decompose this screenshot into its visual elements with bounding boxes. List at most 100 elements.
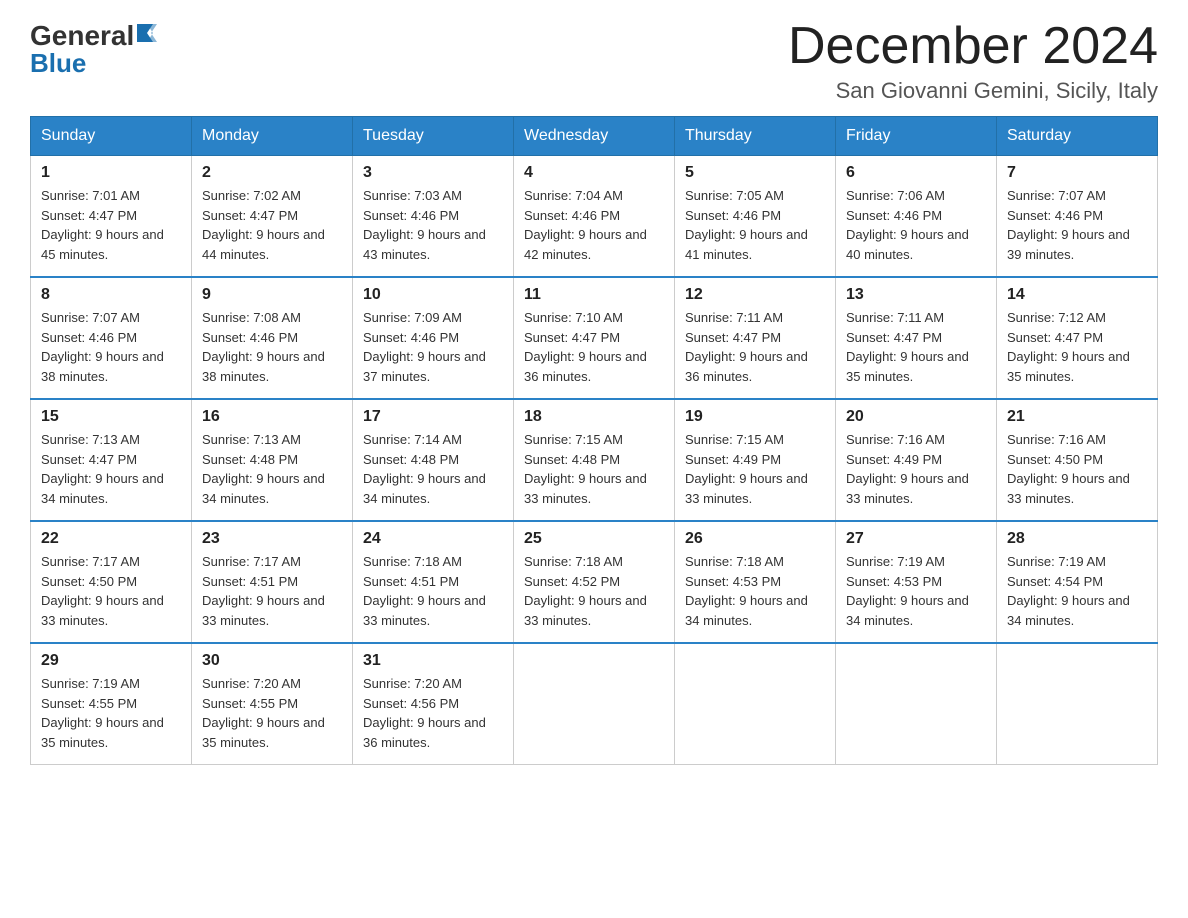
day-number: 10 — [363, 286, 503, 304]
day-number: 29 — [41, 652, 181, 670]
calendar-cell: 30 Sunrise: 7:20 AMSunset: 4:55 PMDaylig… — [192, 643, 353, 765]
day-info: Sunrise: 7:09 AMSunset: 4:46 PMDaylight:… — [363, 308, 503, 386]
day-info: Sunrise: 7:03 AMSunset: 4:46 PMDaylight:… — [363, 186, 503, 264]
day-info: Sunrise: 7:10 AMSunset: 4:47 PMDaylight:… — [524, 308, 664, 386]
day-number: 5 — [685, 164, 825, 182]
day-info: Sunrise: 7:18 AMSunset: 4:51 PMDaylight:… — [363, 552, 503, 630]
day-number: 8 — [41, 286, 181, 304]
calendar-cell: 4 Sunrise: 7:04 AMSunset: 4:46 PMDayligh… — [514, 156, 675, 278]
day-info: Sunrise: 7:06 AMSunset: 4:46 PMDaylight:… — [846, 186, 986, 264]
calendar-cell: 18 Sunrise: 7:15 AMSunset: 4:48 PMDaylig… — [514, 399, 675, 521]
weekday-header-friday: Friday — [836, 117, 997, 156]
calendar-cell: 12 Sunrise: 7:11 AMSunset: 4:47 PMDaylig… — [675, 277, 836, 399]
day-number: 13 — [846, 286, 986, 304]
calendar-cell: 15 Sunrise: 7:13 AMSunset: 4:47 PMDaylig… — [31, 399, 192, 521]
day-info: Sunrise: 7:13 AMSunset: 4:48 PMDaylight:… — [202, 430, 342, 508]
logo-text-blue: Blue — [30, 48, 157, 79]
day-number: 30 — [202, 652, 342, 670]
day-number: 25 — [524, 530, 664, 548]
calendar-cell: 23 Sunrise: 7:17 AMSunset: 4:51 PMDaylig… — [192, 521, 353, 643]
weekday-header-monday: Monday — [192, 117, 353, 156]
calendar-cell: 11 Sunrise: 7:10 AMSunset: 4:47 PMDaylig… — [514, 277, 675, 399]
calendar-cell — [836, 643, 997, 765]
day-info: Sunrise: 7:15 AMSunset: 4:49 PMDaylight:… — [685, 430, 825, 508]
calendar-week-2: 8 Sunrise: 7:07 AMSunset: 4:46 PMDayligh… — [31, 277, 1158, 399]
day-number: 9 — [202, 286, 342, 304]
day-number: 27 — [846, 530, 986, 548]
calendar-cell: 5 Sunrise: 7:05 AMSunset: 4:46 PMDayligh… — [675, 156, 836, 278]
day-info: Sunrise: 7:18 AMSunset: 4:53 PMDaylight:… — [685, 552, 825, 630]
day-info: Sunrise: 7:19 AMSunset: 4:55 PMDaylight:… — [41, 674, 181, 752]
day-number: 26 — [685, 530, 825, 548]
calendar-cell: 8 Sunrise: 7:07 AMSunset: 4:46 PMDayligh… — [31, 277, 192, 399]
day-info: Sunrise: 7:17 AMSunset: 4:51 PMDaylight:… — [202, 552, 342, 630]
calendar-cell: 26 Sunrise: 7:18 AMSunset: 4:53 PMDaylig… — [675, 521, 836, 643]
day-number: 12 — [685, 286, 825, 304]
day-number: 21 — [1007, 408, 1147, 426]
day-info: Sunrise: 7:16 AMSunset: 4:50 PMDaylight:… — [1007, 430, 1147, 508]
day-number: 19 — [685, 408, 825, 426]
day-number: 14 — [1007, 286, 1147, 304]
day-info: Sunrise: 7:20 AMSunset: 4:55 PMDaylight:… — [202, 674, 342, 752]
calendar-table: SundayMondayTuesdayWednesdayThursdayFrid… — [30, 116, 1158, 765]
calendar-cell: 13 Sunrise: 7:11 AMSunset: 4:47 PMDaylig… — [836, 277, 997, 399]
weekday-header-sunday: Sunday — [31, 117, 192, 156]
calendar-week-1: 1 Sunrise: 7:01 AMSunset: 4:47 PMDayligh… — [31, 156, 1158, 278]
weekday-header-thursday: Thursday — [675, 117, 836, 156]
calendar-cell: 20 Sunrise: 7:16 AMSunset: 4:49 PMDaylig… — [836, 399, 997, 521]
calendar-cell — [997, 643, 1158, 765]
weekday-header-wednesday: Wednesday — [514, 117, 675, 156]
day-number: 1 — [41, 164, 181, 182]
day-info: Sunrise: 7:19 AMSunset: 4:54 PMDaylight:… — [1007, 552, 1147, 630]
calendar-cell: 6 Sunrise: 7:06 AMSunset: 4:46 PMDayligh… — [836, 156, 997, 278]
calendar-cell: 16 Sunrise: 7:13 AMSunset: 4:48 PMDaylig… — [192, 399, 353, 521]
day-number: 16 — [202, 408, 342, 426]
calendar-week-3: 15 Sunrise: 7:13 AMSunset: 4:47 PMDaylig… — [31, 399, 1158, 521]
day-info: Sunrise: 7:11 AMSunset: 4:47 PMDaylight:… — [846, 308, 986, 386]
day-info: Sunrise: 7:16 AMSunset: 4:49 PMDaylight:… — [846, 430, 986, 508]
weekday-header-tuesday: Tuesday — [353, 117, 514, 156]
day-number: 11 — [524, 286, 664, 304]
day-info: Sunrise: 7:19 AMSunset: 4:53 PMDaylight:… — [846, 552, 986, 630]
month-title: December 2024 — [788, 20, 1158, 72]
calendar-cell — [514, 643, 675, 765]
day-info: Sunrise: 7:12 AMSunset: 4:47 PMDaylight:… — [1007, 308, 1147, 386]
logo: General Blue — [30, 20, 157, 79]
location-title: San Giovanni Gemini, Sicily, Italy — [788, 78, 1158, 104]
day-number: 15 — [41, 408, 181, 426]
calendar-cell: 7 Sunrise: 7:07 AMSunset: 4:46 PMDayligh… — [997, 156, 1158, 278]
day-info: Sunrise: 7:20 AMSunset: 4:56 PMDaylight:… — [363, 674, 503, 752]
calendar-cell: 27 Sunrise: 7:19 AMSunset: 4:53 PMDaylig… — [836, 521, 997, 643]
calendar-cell: 31 Sunrise: 7:20 AMSunset: 4:56 PMDaylig… — [353, 643, 514, 765]
page-header: General Blue December 2024 San Giovanni … — [30, 20, 1158, 104]
calendar-cell: 29 Sunrise: 7:19 AMSunset: 4:55 PMDaylig… — [31, 643, 192, 765]
calendar-cell: 19 Sunrise: 7:15 AMSunset: 4:49 PMDaylig… — [675, 399, 836, 521]
day-number: 28 — [1007, 530, 1147, 548]
calendar-title-area: December 2024 San Giovanni Gemini, Sicil… — [788, 20, 1158, 104]
calendar-cell: 2 Sunrise: 7:02 AMSunset: 4:47 PMDayligh… — [192, 156, 353, 278]
day-number: 4 — [524, 164, 664, 182]
day-number: 24 — [363, 530, 503, 548]
calendar-week-5: 29 Sunrise: 7:19 AMSunset: 4:55 PMDaylig… — [31, 643, 1158, 765]
day-info: Sunrise: 7:15 AMSunset: 4:48 PMDaylight:… — [524, 430, 664, 508]
day-info: Sunrise: 7:05 AMSunset: 4:46 PMDaylight:… — [685, 186, 825, 264]
day-number: 2 — [202, 164, 342, 182]
day-info: Sunrise: 7:02 AMSunset: 4:47 PMDaylight:… — [202, 186, 342, 264]
day-info: Sunrise: 7:04 AMSunset: 4:46 PMDaylight:… — [524, 186, 664, 264]
calendar-cell: 28 Sunrise: 7:19 AMSunset: 4:54 PMDaylig… — [997, 521, 1158, 643]
day-info: Sunrise: 7:01 AMSunset: 4:47 PMDaylight:… — [41, 186, 181, 264]
logo-flag-icon — [135, 22, 157, 44]
day-info: Sunrise: 7:11 AMSunset: 4:47 PMDaylight:… — [685, 308, 825, 386]
day-number: 31 — [363, 652, 503, 670]
calendar-cell: 22 Sunrise: 7:17 AMSunset: 4:50 PMDaylig… — [31, 521, 192, 643]
calendar-cell: 3 Sunrise: 7:03 AMSunset: 4:46 PMDayligh… — [353, 156, 514, 278]
calendar-cell: 1 Sunrise: 7:01 AMSunset: 4:47 PMDayligh… — [31, 156, 192, 278]
day-info: Sunrise: 7:08 AMSunset: 4:46 PMDaylight:… — [202, 308, 342, 386]
day-number: 6 — [846, 164, 986, 182]
day-info: Sunrise: 7:07 AMSunset: 4:46 PMDaylight:… — [1007, 186, 1147, 264]
calendar-cell: 24 Sunrise: 7:18 AMSunset: 4:51 PMDaylig… — [353, 521, 514, 643]
day-number: 17 — [363, 408, 503, 426]
calendar-cell: 25 Sunrise: 7:18 AMSunset: 4:52 PMDaylig… — [514, 521, 675, 643]
day-number: 22 — [41, 530, 181, 548]
calendar-cell — [675, 643, 836, 765]
